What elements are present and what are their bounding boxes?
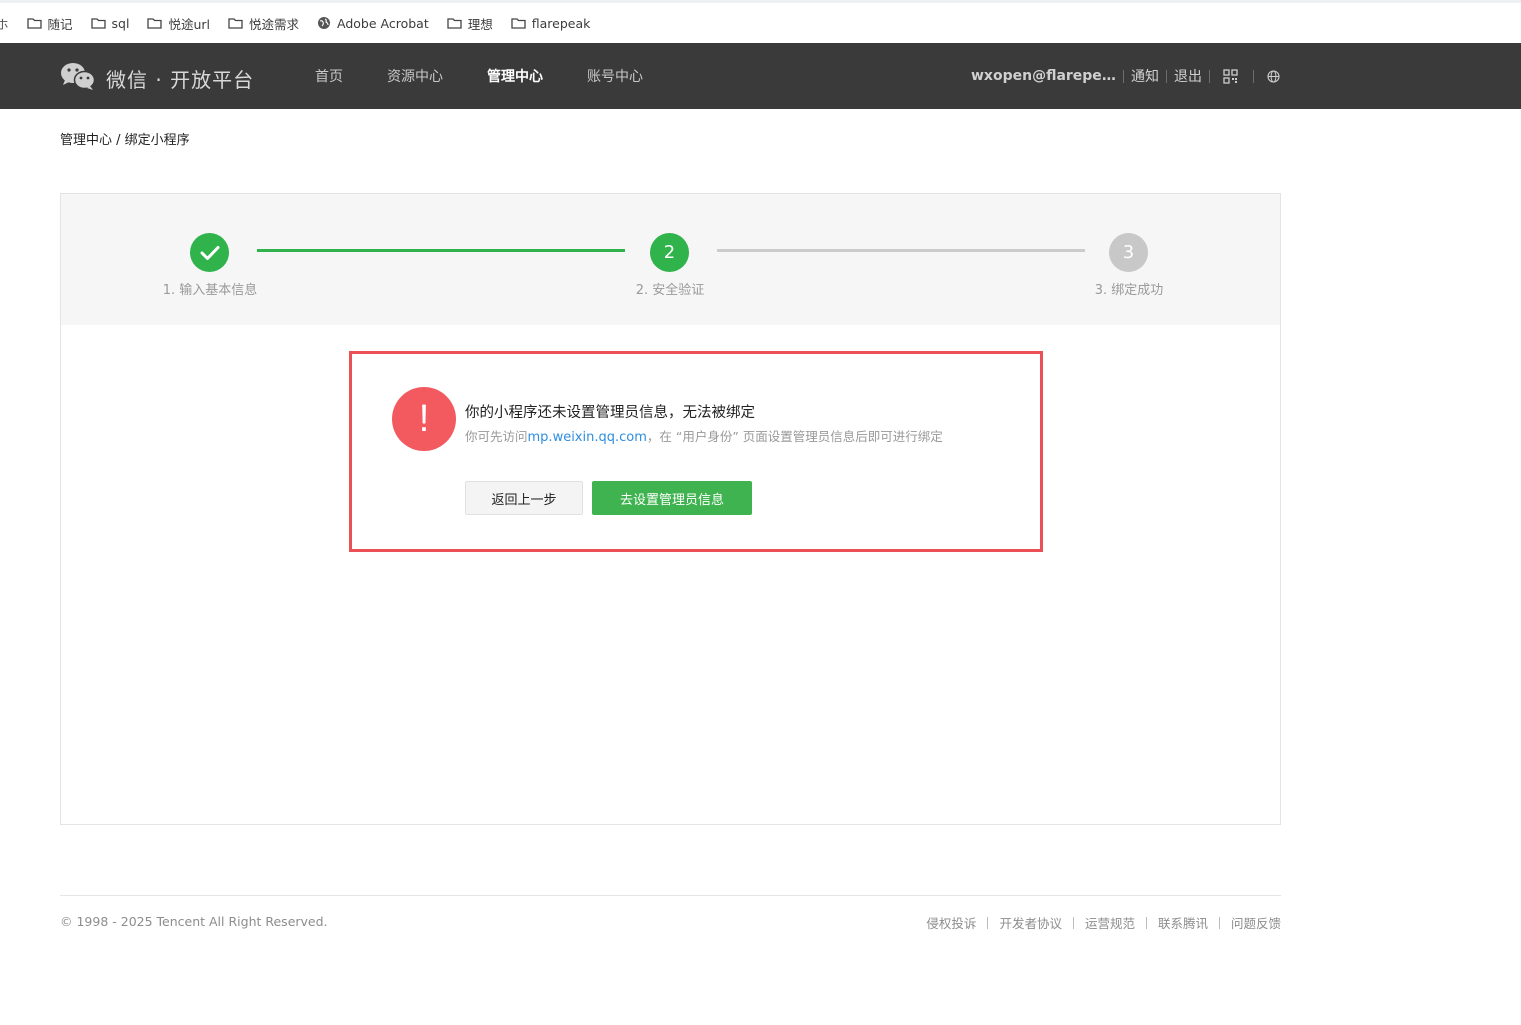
divider xyxy=(1253,69,1254,83)
folder-icon xyxy=(26,17,42,29)
notify-link[interactable]: 通知 xyxy=(1131,66,1159,86)
globe-icon xyxy=(317,16,331,30)
divider xyxy=(1218,916,1220,929)
divider xyxy=(1145,916,1147,929)
globe-icon[interactable] xyxy=(1267,69,1280,83)
main-nav: 首页 资源中心 管理中心 账号中心 xyxy=(302,43,674,109)
folder-icon xyxy=(90,17,106,29)
bookmark-item[interactable]: 随记 xyxy=(18,9,82,37)
divider xyxy=(987,916,989,929)
divider xyxy=(1123,69,1124,83)
back-button[interactable]: 返回上一步 xyxy=(465,481,583,515)
step-progress: 1. 输入基本信息 2 2. 安全验证 3 3. 绑定成功 xyxy=(61,194,1280,325)
footer-link-agreement[interactable]: 开发者协议 xyxy=(999,913,1062,932)
bookmark-item[interactable]: flarepeak xyxy=(502,9,600,37)
bookmark-truncated[interactable]: ホ xyxy=(0,9,18,37)
qrcode-icon[interactable] xyxy=(1223,68,1238,84)
bookmark-item[interactable]: sql xyxy=(82,9,139,37)
footer-divider xyxy=(60,895,1281,896)
nav-home[interactable]: 首页 xyxy=(302,66,356,86)
bookmark-item[interactable]: 悦途url xyxy=(138,9,219,37)
step-connector-1 xyxy=(257,249,625,252)
set-admin-button[interactable]: 去设置管理员信息 xyxy=(592,481,752,515)
nav-management[interactable]: 管理中心 xyxy=(474,66,556,86)
brand-logo[interactable]: 微信 · 开放平台 xyxy=(60,61,254,95)
footer-link-contact[interactable]: 联系腾讯 xyxy=(1158,913,1208,932)
nav-account[interactable]: 账号中心 xyxy=(574,66,656,86)
bookmark-item[interactable]: 悦途需求 xyxy=(219,9,308,37)
folder-icon xyxy=(511,17,526,29)
step-2-label: 2. 安全验证 xyxy=(635,283,705,298)
mp-weixin-link[interactable]: mp.weixin.qq.com xyxy=(528,430,647,445)
exclamation-icon: ! xyxy=(392,387,456,451)
bookmark-item[interactable]: Adobe Acrobat xyxy=(308,9,438,37)
divider xyxy=(1072,916,1074,929)
bind-panel: 1. 输入基本信息 2 2. 安全验证 3 3. 绑定成功 ! 你的小程序还未设… xyxy=(60,193,1281,825)
step-2-circle: 2 xyxy=(650,233,689,272)
step-3-circle: 3 xyxy=(1109,233,1148,272)
user-account-link[interactable]: wxopen@flarepeak... xyxy=(971,68,1116,84)
footer-link-complaint[interactable]: 侵权投诉 xyxy=(926,913,976,932)
divider xyxy=(1209,69,1210,83)
folder-icon xyxy=(228,17,243,29)
nav-resources[interactable]: 资源中心 xyxy=(374,66,456,86)
breadcrumb: 管理中心 / 绑定小程序 xyxy=(60,133,190,148)
divider xyxy=(1166,69,1167,83)
copyright: © 1998 - 2025 Tencent All Right Reserved… xyxy=(60,914,328,929)
logout-link[interactable]: 退出 xyxy=(1174,66,1202,86)
warning-description: 你可先访问mp.weixin.qq.com，在 “用户身份” 页面设置管理员信息… xyxy=(465,429,943,445)
step-1-circle xyxy=(190,233,229,272)
bookmarks-bar: ホ 随记 sql 悦途url 悦途需求 Adobe Acrobat 理想 fla… xyxy=(0,0,1521,43)
step-connector-2 xyxy=(717,249,1085,252)
brand-title: 微信 · 开放平台 xyxy=(106,67,255,92)
folder-icon xyxy=(447,17,462,29)
footer-link-rules[interactable]: 运营规范 xyxy=(1085,913,1135,932)
warning-box: ! 你的小程序还未设置管理员信息，无法被绑定 你可先访问mp.weixin.qq… xyxy=(349,351,1043,552)
check-icon xyxy=(200,245,219,260)
folder-icon xyxy=(147,17,163,29)
wechat-icon xyxy=(60,61,96,95)
top-navbar: 微信 · 开放平台 首页 资源中心 管理中心 账号中心 wxopen@flare… xyxy=(0,43,1521,109)
warning-title: 你的小程序还未设置管理员信息，无法被绑定 xyxy=(465,405,755,421)
step-1-label: 1. 输入基本信息 xyxy=(162,283,258,298)
footer-link-feedback[interactable]: 问题反馈 xyxy=(1231,913,1281,932)
user-menu: wxopen@flarepeak... 通知 退出 xyxy=(971,43,1280,109)
footer-links: 侵权投诉 开发者协议 运营规范 联系腾讯 问题反馈 xyxy=(926,913,1281,932)
bookmark-item[interactable]: 理想 xyxy=(438,9,502,37)
step-3-label: 3. 绑定成功 xyxy=(1094,283,1164,298)
